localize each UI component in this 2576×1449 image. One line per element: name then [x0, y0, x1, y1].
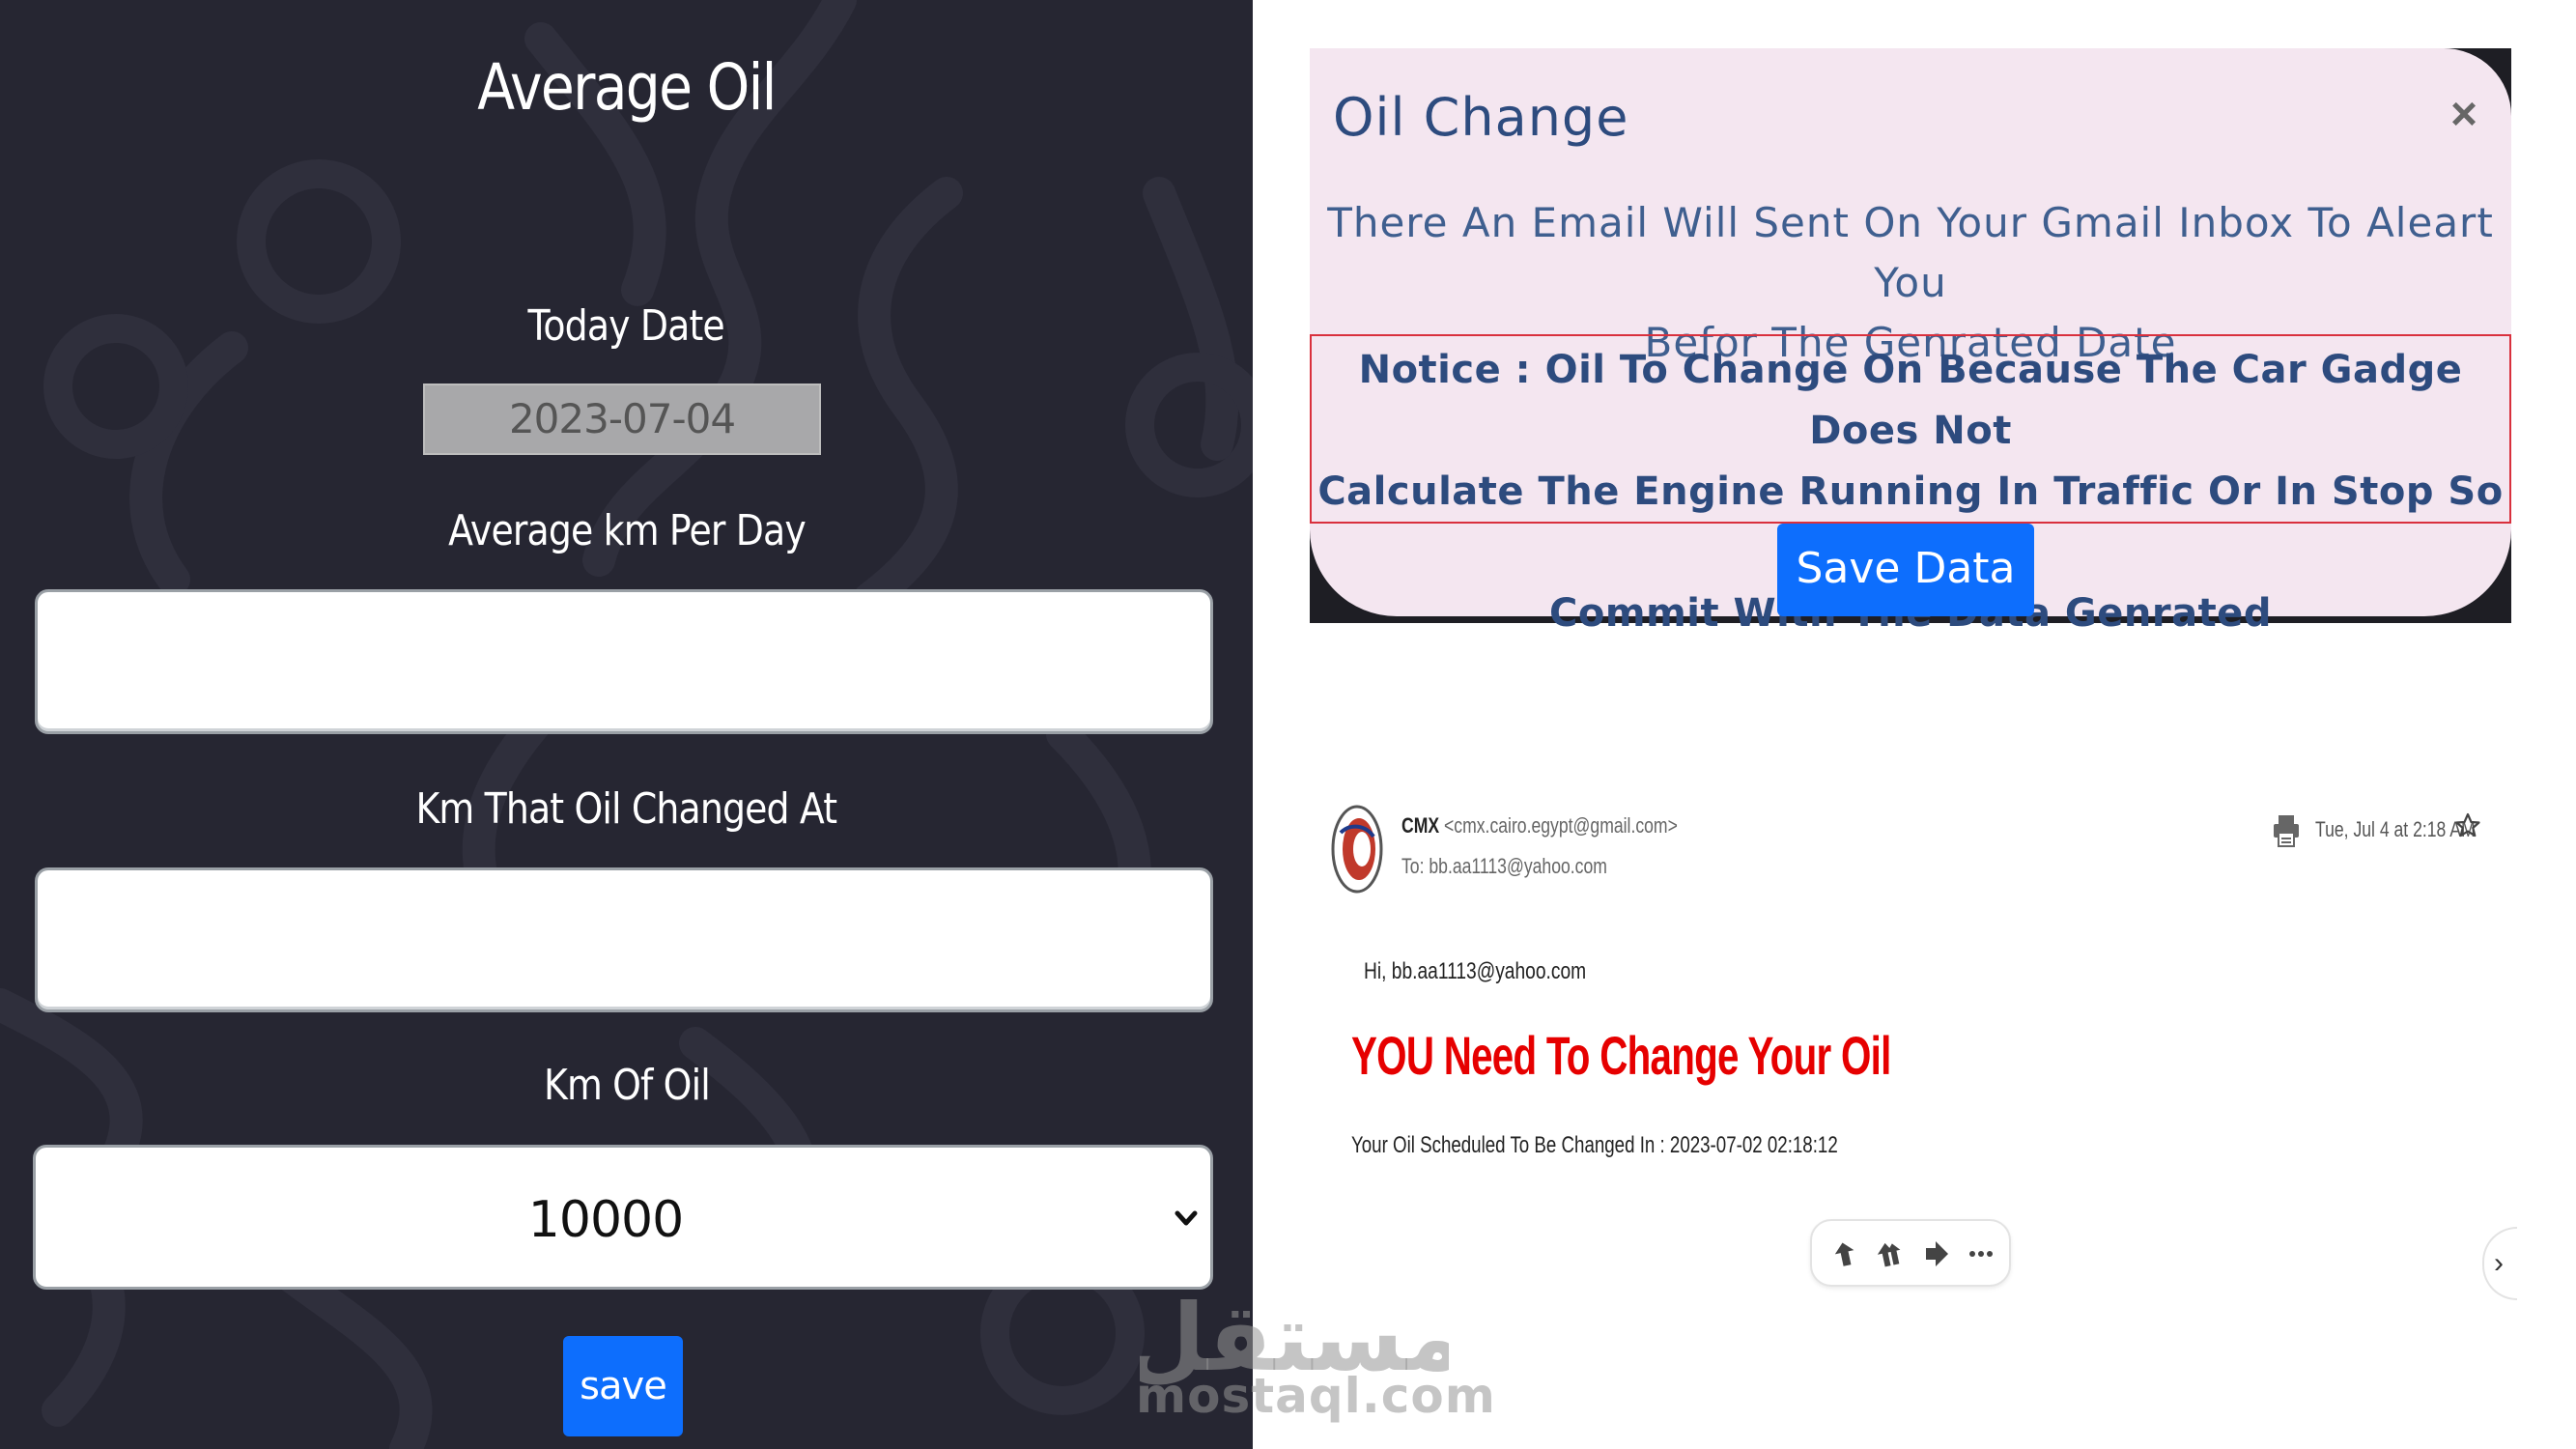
oil-change-modal-backdrop: Oil Change × There An Email Will Sent On…: [1310, 48, 2511, 636]
watermark-site: mostaql.com: [1136, 1368, 1496, 1424]
close-icon[interactable]: ×: [2440, 91, 2488, 139]
modal-title: Oil Change: [1333, 87, 1629, 148]
today-date-label-text: Today Date: [527, 301, 725, 351]
notice-box: Notice : Oil To Change On Because The Ca…: [1310, 334, 2511, 636]
star-icon[interactable]: [2455, 811, 2480, 840]
email-greeting: Hi, bb.aa1113@yahoo.com: [1364, 958, 1587, 984]
sender-address: <cmx.cairo.egypt@gmail.com>: [1444, 813, 1678, 838]
reply-all-icon[interactable]: [1876, 1238, 1905, 1269]
km-changed-label-text: Km That Oil Changed At: [415, 784, 838, 834]
km-of-oil-label-text: Km Of Oil: [543, 1061, 711, 1110]
today-date-field[interactable]: 2023-07-04: [423, 384, 821, 455]
email-date: Tue, Jul 4 at 2:18 AM: [2315, 817, 2476, 841]
avg-km-label: Average km Per Day: [0, 506, 1253, 555]
sender-name: CMX: [1401, 813, 1440, 838]
modal-body-line: There An Email Will Sent On Your Gmail I…: [1327, 199, 2494, 306]
oil-change-modal: Oil Change × There An Email Will Sent On…: [1310, 48, 2511, 636]
page-title: Average Oil: [477, 50, 777, 125]
km-changed-label: Km That Oil Changed At: [0, 784, 1253, 834]
today-date-label: Today Date: [0, 301, 1253, 351]
km-changed-input[interactable]: [35, 867, 1213, 1012]
forward-icon[interactable]: [1922, 1238, 1951, 1269]
save-data-button[interactable]: Save Data: [1777, 524, 2034, 616]
save-button[interactable]: save: [563, 1336, 683, 1436]
more-icon[interactable]: [1967, 1238, 1996, 1269]
email-schedule-text: Your Oil Scheduled To Be Changed In : 20…: [1351, 1132, 1838, 1158]
avg-km-label-text: Average km Per Day: [447, 506, 807, 555]
sender-line: CMX <cmx.cairo.egypt@gmail.com>: [1401, 813, 1678, 838]
reply-icon[interactable]: [1831, 1238, 1860, 1269]
sender-avatar: [1331, 805, 1383, 894]
email-headline: YOU Need To Change Your Oil: [1351, 1025, 1891, 1086]
km-of-oil-selected-value: 10000: [527, 1191, 684, 1249]
recipient-line: To: bb.aa1113@yahoo.com: [1401, 854, 1607, 878]
km-of-oil-select[interactable]: 10000: [33, 1145, 1213, 1290]
notice-line: Notice : Oil To Change On Because The Ca…: [1358, 348, 2463, 453]
avg-km-input[interactable]: [35, 589, 1213, 734]
chevron-right-icon[interactable]: ›: [2482, 1227, 2517, 1300]
email-action-bar: [1810, 1219, 2011, 1287]
print-icon[interactable]: [2273, 813, 2300, 848]
km-of-oil-label: Km Of Oil: [0, 1061, 1253, 1110]
average-oil-panel: Average Oil Today Date 2023-07-04 Averag…: [0, 0, 1253, 1449]
chevron-down-icon: [1175, 1210, 1198, 1226]
